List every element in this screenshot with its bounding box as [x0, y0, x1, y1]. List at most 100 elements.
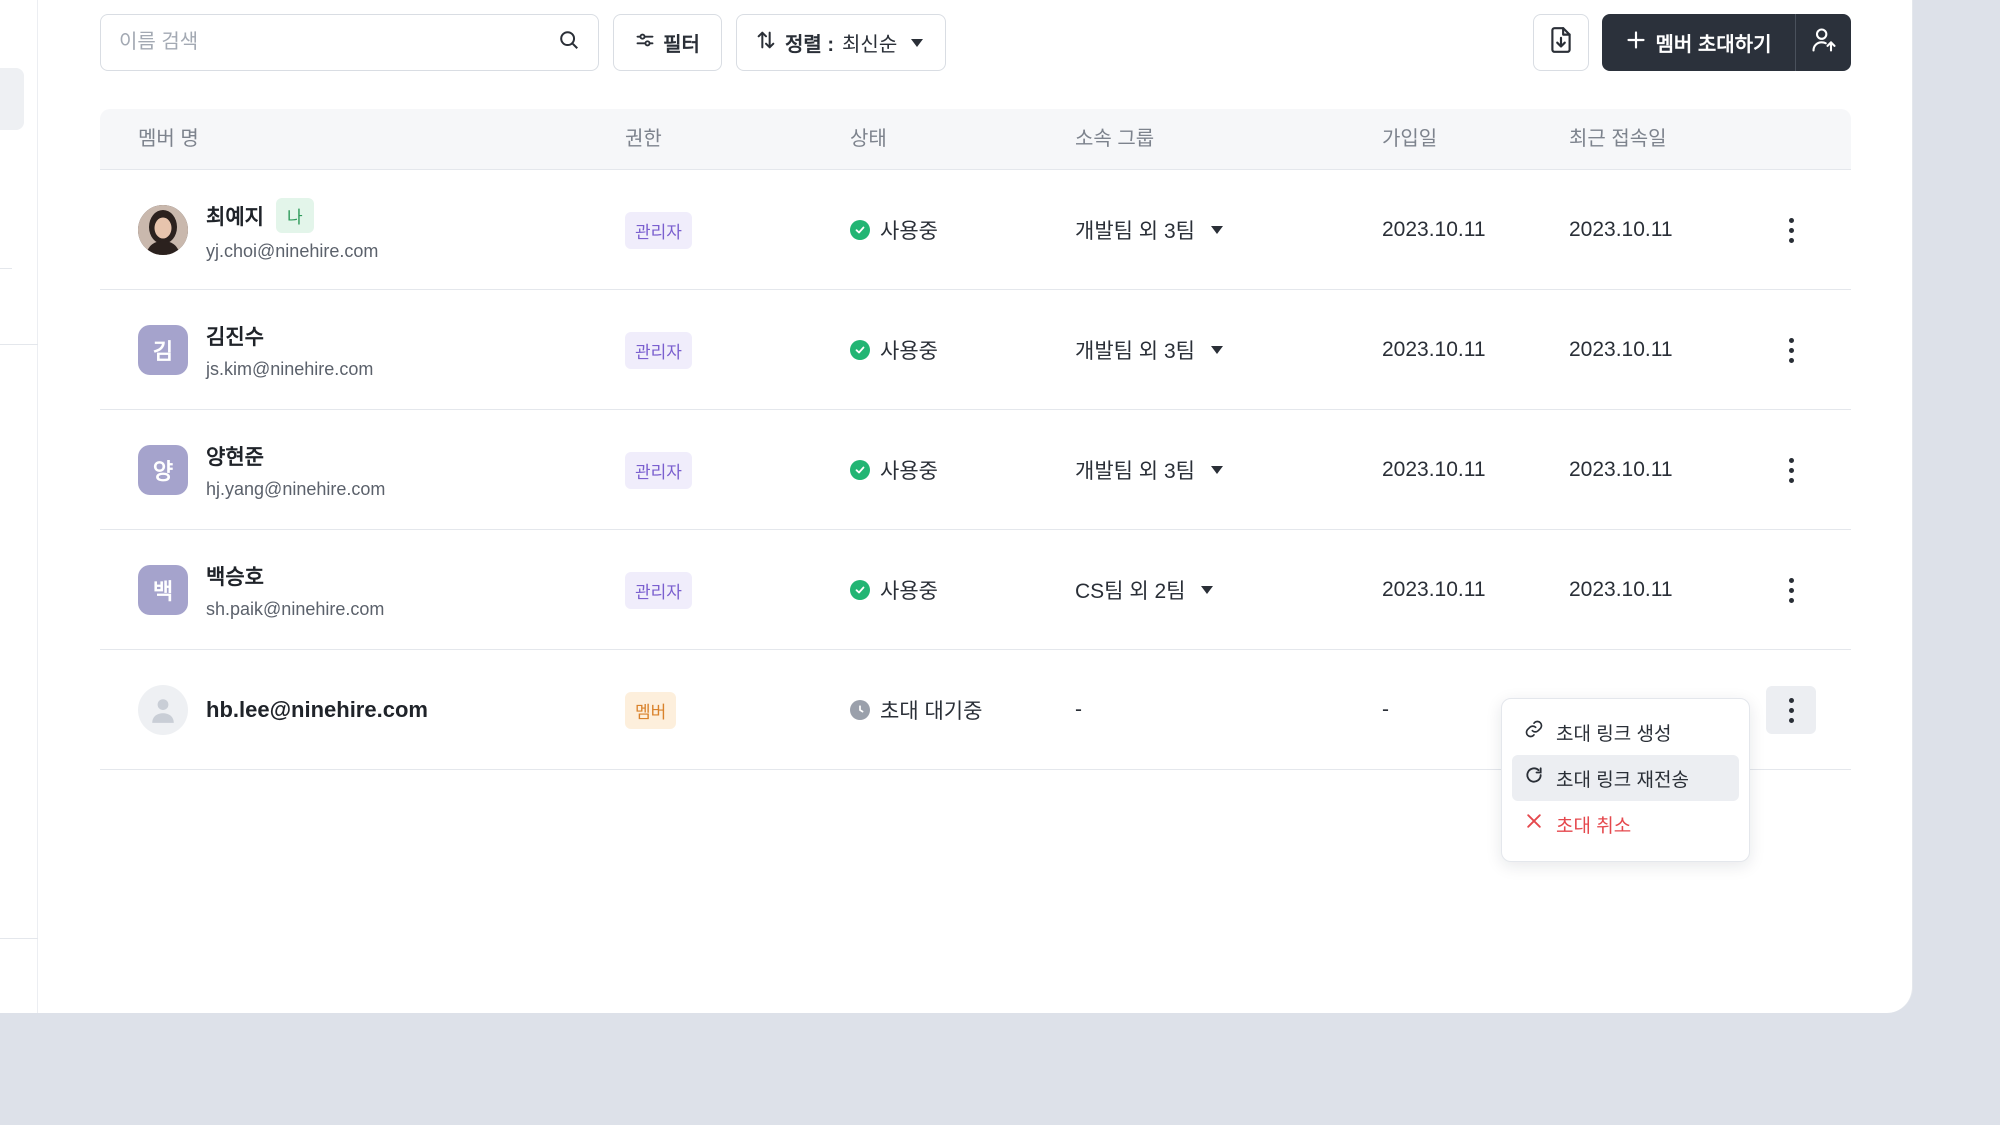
search-input[interactable]	[119, 31, 558, 54]
avatar	[138, 205, 188, 255]
filter-button[interactable]: 필터	[613, 14, 722, 71]
file-download-icon	[1548, 26, 1574, 60]
more-menu-button[interactable]	[1766, 686, 1816, 734]
header-status[interactable]: 상태	[850, 109, 887, 170]
menu-item-label: 초대 취소	[1556, 815, 1632, 837]
invite-member-button[interactable]: 멤버 초대하기	[1602, 14, 1795, 71]
search-box[interactable]	[100, 14, 599, 71]
member-cell: 양 양현준 hj.yang@ninehire.com	[138, 410, 385, 530]
group-dropdown[interactable]: 개발팀 외 3팀	[1075, 215, 1223, 245]
more-menu-button[interactable]	[1766, 446, 1816, 494]
group-dropdown[interactable]: CS팀 외 2팀	[1075, 575, 1214, 605]
sliders-icon	[635, 30, 655, 56]
status-text: 사용중	[880, 340, 938, 363]
table-row[interactable]: 백 백승호 sh.paik@ninehire.com 관리자 사용중 CS팀 외…	[100, 530, 1851, 650]
app-window: 필터 정렬 : 최신순 멤버 초대하기 멤버 명	[0, 0, 1913, 1013]
download-button[interactable]	[1533, 14, 1589, 71]
sidebar-active-item[interactable]	[0, 68, 24, 130]
table-row[interactable]: 김 김진수 js.kim@ninehire.com 관리자 사용중 개발팀 외 …	[100, 290, 1851, 410]
status-text: 사용중	[880, 460, 938, 483]
avatar: 백	[138, 565, 188, 615]
header-joined[interactable]: 가입일	[1382, 109, 1437, 170]
more-menu-button[interactable]	[1766, 566, 1816, 614]
chevron-down-icon	[1210, 226, 1223, 234]
avatar: 김	[138, 325, 188, 375]
chevron-down-icon	[1201, 586, 1214, 594]
plus-icon	[1626, 30, 1646, 56]
header-last-login[interactable]: 최근 접속일	[1569, 109, 1667, 170]
menu-item-label: 초대 링크 생성	[1556, 723, 1672, 745]
sort-arrows-icon	[755, 29, 777, 57]
member-cell: hb.lee@ninehire.com	[138, 650, 428, 770]
sidebar	[0, 0, 38, 1013]
more-menu-button[interactable]	[1766, 326, 1816, 374]
group-text: CS팀 외 2팀	[1075, 580, 1186, 603]
last-login-date: 2023.10.11	[1569, 338, 1673, 361]
invite-context-menu: 초대 링크 생성 초대 링크 재전송 초대 취소	[1501, 698, 1750, 862]
role-badge[interactable]: 멤버	[625, 691, 677, 729]
joined-date: 2023.10.11	[1382, 218, 1486, 241]
refresh-icon	[1524, 765, 1544, 791]
close-icon	[1524, 811, 1544, 837]
header-group[interactable]: 소속 그룹	[1075, 109, 1154, 170]
member-email: yj.choi@ninehire.com	[206, 241, 379, 261]
member-email: js.kim@ninehire.com	[206, 358, 374, 379]
table-header: 멤버 명 권한 상태 소속 그룹 가입일 최근 접속일	[100, 109, 1851, 170]
member-table: 멤버 명 권한 상태 소속 그룹 가입일 최근 접속일 최예지 나 yj.cho…	[100, 109, 1851, 770]
last-login-date: 2023.10.11	[1569, 458, 1673, 481]
group-text: -	[1075, 698, 1082, 721]
status-text: 사용중	[880, 220, 938, 243]
check-circle-icon	[850, 340, 870, 360]
chevron-down-icon	[1210, 346, 1223, 354]
role-badge[interactable]: 관리자	[625, 451, 692, 489]
sort-value: 최신순	[842, 34, 898, 56]
joined-date: 2023.10.11	[1382, 338, 1486, 361]
sidebar-divider	[0, 268, 12, 269]
link-icon	[1524, 719, 1544, 745]
me-badge: 나	[275, 198, 314, 233]
joined-date: -	[1382, 698, 1389, 721]
menu-item-cancel-invite[interactable]: 초대 취소	[1512, 801, 1739, 847]
chevron-down-icon	[911, 38, 924, 47]
member-cell: 김 김진수 js.kim@ninehire.com	[138, 290, 373, 410]
member-email: hj.yang@ninehire.com	[206, 478, 386, 499]
joined-date: 2023.10.11	[1382, 458, 1486, 481]
header-name[interactable]: 멤버 명	[138, 109, 199, 170]
table-row[interactable]: 최예지 나 yj.choi@ninehire.com 관리자 사용중 개발팀 외…	[100, 170, 1851, 290]
member-name: 최예지	[206, 205, 264, 229]
bulk-invite-button[interactable]	[1795, 14, 1851, 71]
last-login-date: 2023.10.11	[1569, 218, 1673, 241]
filter-label: 필터	[663, 34, 700, 56]
sort-dropdown[interactable]: 정렬 : 최신순	[736, 14, 946, 71]
member-name: 백승호	[206, 565, 264, 589]
member-name: 김진수	[206, 325, 264, 349]
group-dropdown[interactable]: 개발팀 외 3팀	[1075, 335, 1223, 365]
avatar: 양	[138, 445, 188, 495]
member-email: hb.lee@ninehire.com	[206, 697, 428, 722]
menu-item-create-link[interactable]: 초대 링크 생성	[1512, 709, 1739, 755]
group-dropdown[interactable]: 개발팀 외 3팀	[1075, 455, 1223, 485]
clock-icon	[850, 700, 870, 720]
role-badge[interactable]: 관리자	[625, 211, 692, 249]
table-row[interactable]: 양 양현준 hj.yang@ninehire.com 관리자 사용중 개발팀 외…	[100, 410, 1851, 530]
member-name: 양현준	[206, 445, 264, 469]
member-cell: 최예지 나 yj.choi@ninehire.com	[138, 170, 378, 290]
menu-item-resend-link[interactable]: 초대 링크 재전송	[1512, 755, 1739, 801]
status-text: 사용중	[880, 580, 938, 603]
group-text: 개발팀 외 3팀	[1075, 220, 1195, 243]
member-cell: 백 백승호 sh.paik@ninehire.com	[138, 530, 384, 650]
role-badge[interactable]: 관리자	[625, 571, 692, 609]
search-icon[interactable]	[558, 29, 580, 56]
header-role[interactable]: 권한	[625, 109, 662, 170]
sort-label: 정렬 :	[785, 34, 835, 56]
invite-button-group: 멤버 초대하기	[1602, 14, 1851, 71]
user-upload-icon	[1810, 26, 1838, 59]
role-badge[interactable]: 관리자	[625, 331, 692, 369]
check-circle-icon	[850, 580, 870, 600]
sidebar-divider	[0, 938, 38, 939]
joined-date: 2023.10.11	[1382, 578, 1486, 601]
more-menu-button[interactable]	[1766, 206, 1816, 254]
last-login-date: 2023.10.11	[1569, 578, 1673, 601]
invite-label: 멤버 초대하기	[1655, 34, 1772, 56]
user-placeholder-icon	[138, 685, 188, 735]
